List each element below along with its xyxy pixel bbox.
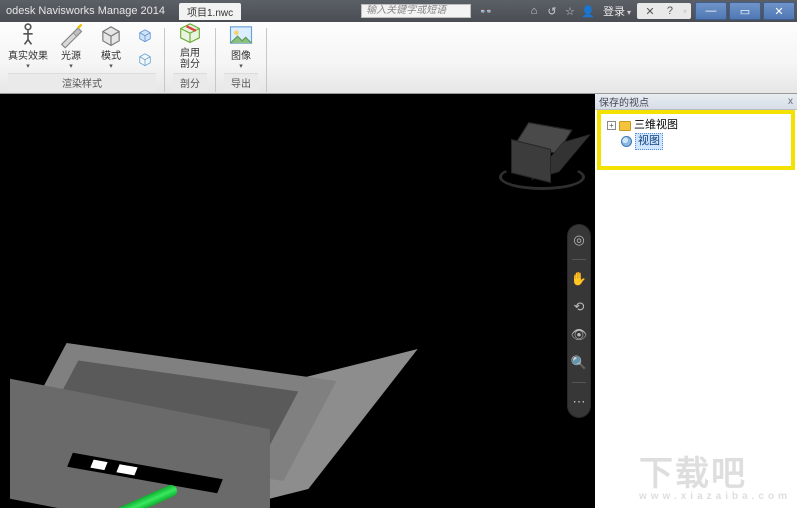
more-tools-button[interactable]: ⋯: [570, 393, 588, 411]
work-area: ◎ ✋ ⟲ 👁 🔍 ⋯ 保存的视点 x + 三维视图 视图: [0, 94, 797, 508]
enable-section-button[interactable]: 启用 剖分: [173, 18, 207, 70]
app-title: odesk Navisworks Manage 2014: [6, 5, 165, 17]
document-tab[interactable]: 项目1.nwc: [179, 3, 241, 20]
home-icon[interactable]: ⌂: [527, 4, 541, 18]
ribbon-group-label: 导出: [224, 73, 258, 91]
folder-icon: [619, 121, 631, 131]
tree-root-row[interactable]: + 三维视图: [607, 118, 785, 133]
ribbon-group-section: 启用 剖分 剖分: [165, 22, 215, 93]
look-button[interactable]: 👁: [570, 326, 588, 344]
flashlight-icon: [57, 21, 85, 49]
tutorial-highlight: + 三维视图 视图: [597, 110, 795, 170]
titlebar: odesk Navisworks Manage 2014 项目1.nwc 输入关…: [0, 0, 797, 22]
user-icon[interactable]: 👤: [581, 4, 595, 18]
cube-wire-icon: [136, 26, 154, 44]
mode-button[interactable]: 模式 ▾: [94, 21, 128, 70]
panel-close-button[interactable]: x: [788, 96, 793, 107]
login-link[interactable]: 登录▾: [603, 3, 631, 19]
mannequin-icon: [14, 21, 42, 49]
chevron-down-icon: ▾: [683, 7, 687, 16]
pan-button[interactable]: ✋: [570, 270, 588, 288]
ribbon-group-label: 剖分: [173, 73, 207, 91]
chevron-down-icon: ▾: [109, 62, 113, 70]
ribbon-group-render-style: 真实效果 ▾ 光源 ▾ 模式 ▾ 渲染样式: [0, 22, 164, 93]
section-box-icon: [176, 18, 204, 46]
image-icon: [227, 21, 255, 49]
favorite-icon[interactable]: ☆: [563, 4, 577, 18]
chevron-down-icon: ▾: [627, 8, 631, 17]
tree-child-label-selected[interactable]: 视图: [635, 133, 663, 150]
shaded-wire-button[interactable]: [134, 24, 156, 46]
window-minimize-button[interactable]: —: [695, 2, 727, 20]
viewcube-compass-ring[interactable]: [499, 164, 585, 190]
ribbon: 真实效果 ▾ 光源 ▾ 模式 ▾ 渲染样式: [0, 22, 797, 94]
light-source-button[interactable]: 光源 ▾: [54, 21, 88, 70]
ribbon-group-label: 渲染样式: [8, 73, 156, 91]
window-maximize-button[interactable]: ▭: [729, 2, 761, 20]
recent-icon[interactable]: ↺: [545, 4, 559, 18]
scene-3d: [0, 94, 595, 508]
ribbon-group-export: 图像 ▾ 导出: [216, 22, 266, 93]
viewport-3d[interactable]: ◎ ✋ ⟲ 👁 🔍 ⋯: [0, 94, 595, 508]
tree-expander[interactable]: +: [607, 121, 616, 130]
panel-title: 保存的视点: [599, 94, 649, 109]
cube-icon: [97, 21, 125, 49]
chevron-down-icon: ▾: [26, 62, 30, 70]
realistic-effects-button[interactable]: 真实效果 ▾: [8, 21, 48, 70]
search-input[interactable]: 输入关键字或短语: [361, 4, 471, 18]
tree-root-label: 三维视图: [634, 118, 678, 133]
viewcube[interactable]: [507, 120, 577, 190]
saved-viewpoints-panel: 保存的视点 x + 三维视图 视图: [595, 94, 797, 508]
binoculars-icon[interactable]: 👓: [479, 4, 493, 18]
viewpoint-icon: [621, 136, 632, 147]
orbit-button[interactable]: ⟲: [570, 298, 588, 316]
help-icon[interactable]: ?: [663, 4, 677, 18]
navigation-bar: ◎ ✋ ⟲ 👁 🔍 ⋯: [567, 224, 591, 418]
chevron-down-icon: ▾: [69, 62, 73, 70]
panel-header[interactable]: 保存的视点 x: [595, 94, 797, 110]
chevron-down-icon: ▾: [239, 62, 243, 70]
zoom-button[interactable]: 🔍: [570, 354, 588, 372]
steering-wheel-button[interactable]: ◎: [570, 231, 588, 249]
window-close-button[interactable]: ✕: [763, 2, 795, 20]
exchange-icon[interactable]: ✕: [643, 4, 657, 18]
wireframe-icon: [136, 50, 154, 68]
image-export-button[interactable]: 图像 ▾: [224, 21, 258, 70]
viewpoints-tree: + 三维视图 视图: [595, 110, 797, 174]
tree-child-row[interactable]: 视图: [621, 133, 785, 150]
wireframe-button[interactable]: [134, 48, 156, 70]
